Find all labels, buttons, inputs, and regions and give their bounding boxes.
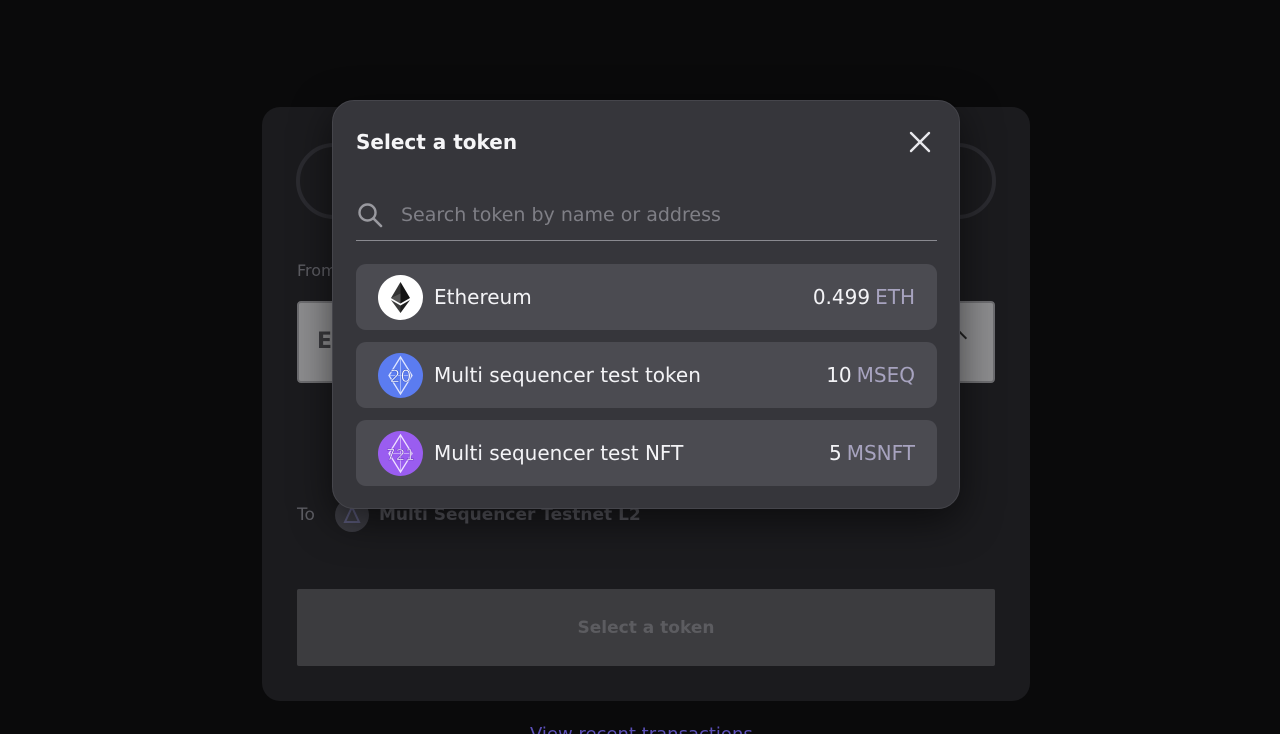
token-balance: 10 MSEQ xyxy=(826,363,915,387)
to-label: To xyxy=(297,505,315,525)
ethereum-icon xyxy=(378,274,423,320)
token-list: Ethereum 0.499 ETH 20 Multi sequencer tes… xyxy=(356,264,937,498)
select-token-modal: Select a token E xyxy=(332,100,960,509)
token-name: Multi sequencer test NFT xyxy=(434,441,684,465)
erc20-icon-label: 20 xyxy=(390,367,412,387)
erc20-icon: 20 xyxy=(378,352,423,398)
modal-title: Select a token xyxy=(356,130,518,154)
token-balance-value: 0.499 xyxy=(812,285,871,309)
token-row-mseq[interactable]: 20 Multi sequencer test token 10 MSEQ xyxy=(356,342,937,408)
token-balance: 0.499 ETH xyxy=(813,285,915,309)
close-icon xyxy=(909,131,931,153)
select-token-submit-button[interactable]: Select a token xyxy=(297,589,995,666)
erc721-icon: 721 xyxy=(378,430,423,476)
token-row-ethereum[interactable]: Ethereum 0.499 ETH xyxy=(356,264,937,330)
token-row-msnft[interactable]: 721 Multi sequencer test NFT 5 MSNFT xyxy=(356,420,937,486)
token-name: Multi sequencer test token xyxy=(434,363,701,387)
recent-transactions-link[interactable]: View recent transactions xyxy=(530,724,753,734)
token-balance-value: 5 xyxy=(828,441,842,465)
token-balance-value: 10 xyxy=(826,363,852,387)
token-symbol: MSNFT xyxy=(846,441,915,465)
token-balance: 5 MSNFT xyxy=(829,441,915,465)
search-input[interactable] xyxy=(401,203,937,226)
erc721-icon-label: 721 xyxy=(386,446,415,464)
token-symbol: MSEQ xyxy=(856,363,915,387)
token-name: Ethereum xyxy=(434,285,532,309)
token-symbol: ETH xyxy=(875,285,915,309)
amount-token-label: E xyxy=(317,329,333,354)
search-icon xyxy=(357,200,387,230)
search-field xyxy=(356,189,937,241)
close-button[interactable] xyxy=(905,127,935,157)
from-label: From xyxy=(297,261,337,280)
